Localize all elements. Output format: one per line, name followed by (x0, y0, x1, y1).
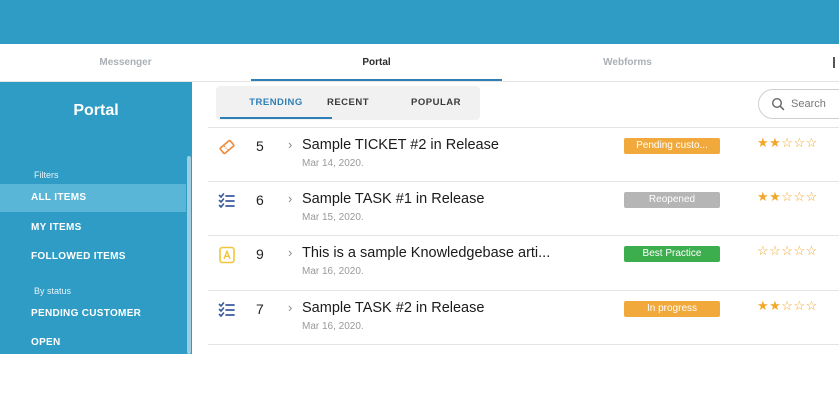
task-list-icon (218, 301, 236, 319)
task-list-icon (218, 192, 236, 210)
list-item[interactable]: 5 › Sample TICKET #2 in Release Mar 14, 202… (208, 127, 839, 181)
list-item[interactable]: 7 › Sample TASK #2 in Release Mar 16, 2020.… (208, 290, 839, 344)
tab-popular[interactable]: POPULAR (392, 86, 480, 120)
item-title[interactable]: This is a sample Knowledgebase arti... (302, 245, 550, 261)
status-heading: By status (34, 286, 72, 296)
item-number: 5 (256, 138, 264, 154)
article-icon (218, 246, 236, 264)
item-date: Mar 14, 2020. (302, 158, 364, 169)
rating-stars[interactable]: ★★☆☆☆ (757, 189, 818, 205)
tab-overflow-edge (833, 57, 835, 68)
item-title[interactable]: Sample TASK #1 in Release (302, 191, 484, 207)
item-number: 9 (256, 246, 264, 262)
chevron-right-icon[interactable]: › (288, 191, 292, 206)
rating-stars[interactable]: ★★☆☆☆ (757, 135, 818, 151)
item-title[interactable]: Sample TASK #2 in Release (302, 300, 484, 316)
view-tabs: TRENDING RECENT POPULAR (216, 86, 480, 120)
rating-stars[interactable]: ☆☆☆☆☆ (757, 243, 818, 259)
item-title[interactable]: Sample TICKET #2 in Release (302, 137, 499, 153)
chevron-right-icon[interactable]: › (288, 245, 292, 260)
item-date: Mar 15, 2020. (302, 212, 364, 223)
sidebar-item-pending-customer[interactable]: PENDING CUSTOMER (0, 300, 186, 328)
status-badge: In progress (624, 301, 720, 317)
item-date: Mar 16, 2020. (302, 266, 364, 277)
status-badge: Reopened (624, 192, 720, 208)
active-tab-indicator (251, 79, 502, 81)
search-input[interactable]: Search (758, 89, 839, 119)
status-badge: Pending custo... (624, 138, 720, 154)
item-number: 7 (256, 301, 264, 317)
sidebar-item-all-items[interactable]: ALL ITEMS (0, 184, 186, 212)
ticket-icon (218, 138, 236, 156)
list-item[interactable]: 9 › This is a sample Knowledgebase arti...… (208, 235, 839, 289)
sidebar-item-my-items[interactable]: MY ITEMS (0, 214, 186, 242)
sidebar-title: Portal (73, 102, 119, 119)
rating-stars[interactable]: ★★☆☆☆ (757, 298, 818, 314)
app-tabs: Messenger Portal Webforms (0, 44, 839, 82)
tab-messenger[interactable]: Messenger (0, 44, 251, 81)
sidebar-item-followed-items[interactable]: FOLLOWED ITEMS (0, 243, 186, 271)
item-number: 6 (256, 192, 264, 208)
search-placeholder: Search (791, 98, 826, 110)
top-bar (0, 0, 839, 44)
status-badge: Best Practice (624, 246, 720, 262)
list-item[interactable] (208, 344, 839, 398)
filters-heading: Filters (34, 170, 59, 180)
tab-portal[interactable]: Portal (251, 44, 502, 81)
search-icon (771, 97, 785, 111)
chevron-right-icon[interactable]: › (288, 137, 292, 152)
tab-webforms[interactable]: Webforms (502, 44, 753, 81)
tab-recent[interactable]: RECENT (310, 86, 386, 120)
list-item[interactable]: 6 › Sample TASK #1 in Release Mar 15, 2020.… (208, 181, 839, 235)
sidebar-item-open[interactable]: OPEN (0, 329, 186, 357)
view-tab-indicator (220, 117, 332, 119)
sidebar-scrollbar[interactable] (187, 156, 191, 354)
sidebar: Portal Filters ALL ITEMS MY ITEMS FOLLOW… (0, 82, 192, 354)
chevron-right-icon[interactable]: › (288, 300, 292, 315)
item-date: Mar 16, 2020. (302, 321, 364, 332)
